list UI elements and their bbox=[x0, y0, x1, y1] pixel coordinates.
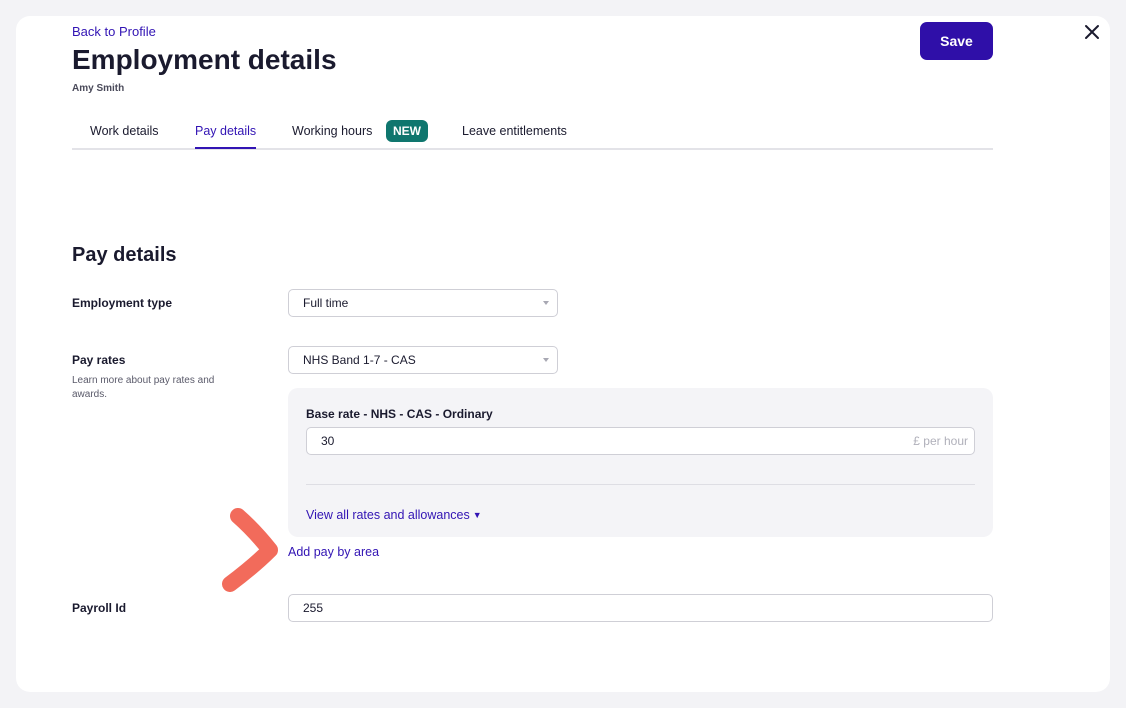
employment-type-value: Full time bbox=[303, 296, 349, 310]
divider bbox=[306, 484, 975, 485]
close-button[interactable] bbox=[1080, 20, 1104, 44]
rates-panel: Base rate - NHS - CAS - Ordinary 30 £ pe… bbox=[288, 388, 993, 537]
base-rate-input[interactable]: 30 £ per hour bbox=[306, 427, 975, 455]
employment-type-select[interactable]: Full time bbox=[288, 289, 558, 317]
arrow-annotation-icon bbox=[222, 508, 278, 592]
employment-type-label: Employment type bbox=[72, 296, 173, 310]
pay-rates-label: Pay rates bbox=[72, 353, 126, 367]
tab-work-details[interactable]: Work details bbox=[90, 124, 159, 148]
pay-rates-value: NHS Band 1-7 - CAS bbox=[303, 353, 416, 367]
section-title: Pay details bbox=[72, 244, 177, 266]
caret-down-icon bbox=[543, 301, 549, 305]
save-button[interactable]: Save bbox=[920, 22, 993, 60]
view-all-rates-label: View all rates and allowances bbox=[306, 508, 470, 522]
back-to-profile-link[interactable]: Back to Profile bbox=[72, 24, 156, 39]
tab-pay-details[interactable]: Pay details bbox=[195, 124, 257, 149]
base-rate-suffix: £ per hour bbox=[913, 434, 968, 448]
page-title: Employment details bbox=[72, 44, 337, 75]
payroll-id-input[interactable]: 255 bbox=[288, 594, 993, 622]
pay-rates-helper-text: Learn more about pay rates and awards. bbox=[72, 375, 215, 400]
tab-leave-entitlements[interactable]: Leave entitlements bbox=[462, 124, 567, 148]
tab-bar: Work details Pay details Working hours N… bbox=[72, 112, 993, 150]
close-icon bbox=[1085, 25, 1099, 39]
base-rate-title: Base rate - NHS - CAS - Ordinary bbox=[306, 407, 493, 421]
view-all-rates-link[interactable]: View all rates and allowances ▼ bbox=[306, 508, 482, 522]
pay-rates-select[interactable]: NHS Band 1-7 - CAS bbox=[288, 346, 558, 374]
caret-down-icon bbox=[543, 358, 549, 362]
add-pay-by-area-link[interactable]: Add pay by area bbox=[288, 545, 379, 559]
payroll-id-value: 255 bbox=[303, 601, 324, 615]
payroll-id-label: Payroll Id bbox=[72, 601, 127, 615]
chevron-down-icon: ▼ bbox=[472, 510, 482, 520]
tab-working-hours[interactable]: Working hours bbox=[292, 124, 372, 148]
new-badge: NEW bbox=[386, 120, 428, 142]
employee-name: Amy Smith bbox=[72, 83, 125, 94]
base-rate-value: 30 bbox=[321, 434, 335, 448]
